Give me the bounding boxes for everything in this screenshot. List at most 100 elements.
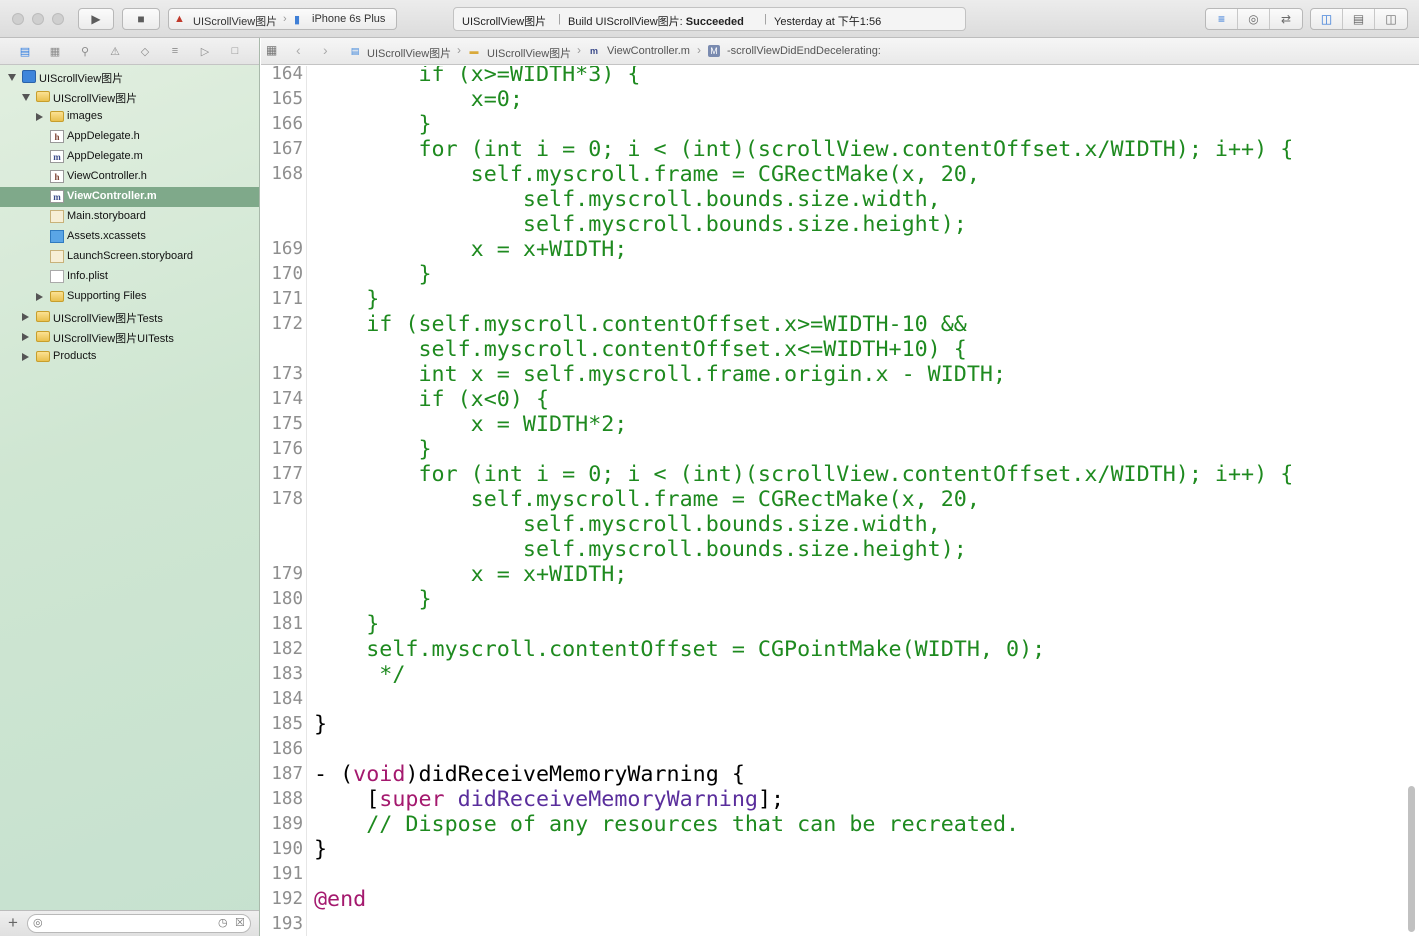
disclosure-closed-icon[interactable]	[22, 333, 29, 341]
line-number: 174	[271, 389, 303, 409]
header-file-icon: h	[50, 170, 64, 183]
code-line[interactable]: }	[314, 837, 327, 862]
source-control-filter-icon[interactable]: ☒	[235, 916, 245, 929]
navigator-item[interactable]: UIScrollView图片	[0, 87, 259, 107]
navigator-item[interactable]: h AppDelegate.h	[0, 127, 259, 147]
navigator-item[interactable]: m AppDelegate.m	[0, 147, 259, 167]
navigator-item-label: AppDelegate.m	[67, 150, 143, 162]
add-file-icon[interactable]: +	[8, 913, 18, 933]
navigator-item[interactable]: LaunchScreen.storyboard	[0, 247, 259, 267]
stop-button[interactable]: ■	[122, 8, 160, 30]
version-editor-icon[interactable]: ⇄	[1270, 9, 1302, 29]
code-line[interactable]: x = x+WIDTH;	[314, 562, 628, 587]
code-line[interactable]: }	[314, 712, 327, 737]
forward-arrow-icon[interactable]: ›	[323, 42, 328, 58]
scheme-device-label[interactable]: iPhone 6s Plus	[312, 13, 385, 25]
code-line[interactable]: }	[314, 587, 431, 612]
project-icon	[22, 70, 36, 83]
editor-scrollbar[interactable]	[1408, 786, 1415, 932]
jump-crumb-group[interactable]: UIScrollView图片	[487, 45, 571, 61]
navigator-item[interactable]: images	[0, 107, 259, 127]
code-line[interactable]: if (x<0) {	[314, 387, 549, 412]
code-line[interactable]: // Dispose of any resources that can be …	[314, 812, 1019, 837]
navigator-item[interactable]: Products	[0, 347, 259, 367]
breakpoint-navigator-icon[interactable]: ▷	[196, 43, 214, 59]
disclosure-closed-icon[interactable]	[22, 353, 29, 361]
line-number: 181	[271, 614, 303, 634]
jump-crumb-file[interactable]: ViewController.m	[607, 45, 690, 57]
navigator-item[interactable]: Assets.xcassets	[0, 227, 259, 247]
disclosure-open-icon[interactable]	[22, 94, 30, 101]
code-line[interactable]: */	[314, 662, 405, 687]
back-arrow-icon[interactable]: ‹	[296, 42, 301, 58]
disclosure-closed-icon[interactable]	[36, 113, 43, 121]
navigator-item[interactable]: h ViewController.h	[0, 167, 259, 187]
navigator-item[interactable]: UIScrollView图片	[0, 67, 259, 87]
debug-area-toggle-icon[interactable]: ▤	[1343, 9, 1375, 29]
code-line[interactable]: }	[314, 612, 379, 637]
issue-navigator-icon[interactable]: ⚠	[106, 43, 124, 59]
navigator-item[interactable]: UIScrollView图片UITests	[0, 327, 259, 347]
find-navigator-icon[interactable]: ⚲	[76, 43, 94, 59]
recent-files-icon[interactable]: ◷	[218, 916, 228, 929]
related-items-icon[interactable]: ▦	[266, 43, 277, 57]
report-navigator-icon[interactable]: □	[226, 43, 244, 59]
code-line[interactable]: for (int i = 0; i < (int)(scrollView.con…	[314, 137, 1293, 162]
run-button[interactable]: ▶	[78, 8, 114, 30]
utilities-toggle-icon[interactable]: ◫	[1375, 9, 1407, 29]
code-line[interactable]: @end	[314, 887, 366, 912]
line-number: 168	[271, 164, 303, 184]
minimize-window-button[interactable]	[32, 13, 44, 25]
test-navigator-icon[interactable]: ◇	[136, 43, 154, 59]
source-editor[interactable]: 164 165 166 167 168 169 170 171 172 173 174 175 176 1…	[261, 66, 1419, 936]
code-line[interactable]: self.myscroll.bounds.size.width,	[314, 512, 941, 537]
navigator-item[interactable]: Info.plist	[0, 267, 259, 287]
folder-icon: ▬	[469, 46, 479, 56]
code-line[interactable]: self.myscroll.frame = CGRectMake(x, 20,	[314, 487, 980, 512]
code-line[interactable]: for (int i = 0; i < (int)(scrollView.con…	[314, 462, 1293, 487]
code-line[interactable]: self.myscroll.contentOffset = CGPointMak…	[314, 637, 1045, 662]
code-line[interactable]: }	[314, 262, 431, 287]
navigator-item-label: Info.plist	[67, 270, 108, 282]
code-line[interactable]: x = x+WIDTH;	[314, 237, 628, 262]
disclosure-open-icon[interactable]	[8, 74, 16, 81]
project-navigator-folder-icon[interactable]: ▤	[16, 43, 34, 59]
jump-crumb-method[interactable]: -scrollViewDidEndDecelerating:	[727, 45, 881, 57]
code-line[interactable]: }	[314, 287, 379, 312]
code-line[interactable]: self.myscroll.bounds.size.width,	[314, 187, 941, 212]
code-line[interactable]: [super didReceiveMemoryWarning];	[314, 787, 784, 812]
code-line[interactable]: self.myscroll.bounds.size.height);	[314, 537, 967, 562]
navigator-tabs: ▤ ▦ ⚲ ⚠ ◇ ≡ ▷ □	[0, 38, 259, 65]
code-line[interactable]: self.myscroll.frame = CGRectMake(x, 20,	[314, 162, 980, 187]
code-line[interactable]: int x = self.myscroll.frame.origin.x - W…	[314, 362, 1006, 387]
navigator-item[interactable]: Main.storyboard	[0, 207, 259, 227]
navigator-item[interactable]: UIScrollView图片Tests	[0, 307, 259, 327]
activity-project: UIScrollView图片	[462, 16, 547, 28]
line-number: 191	[271, 864, 303, 884]
navigator-item[interactable]: m ViewController.m	[0, 187, 259, 207]
code-line[interactable]: }	[314, 112, 431, 137]
scheme-selector[interactable]: ▲ UIScrollView图片 › ▮ iPhone 6s Plus	[168, 8, 397, 30]
disclosure-closed-icon[interactable]	[22, 313, 29, 321]
code-line[interactable]: if (x>=WIDTH*3) {	[314, 66, 640, 87]
symbol-navigator-icon[interactable]: ▦	[46, 43, 64, 59]
code-line[interactable]: }	[314, 437, 431, 462]
navigator-item-label: Products	[53, 350, 97, 362]
navigator-item[interactable]: Supporting Files	[0, 287, 259, 307]
code-line[interactable]: if (self.myscroll.contentOffset.x>=WIDTH…	[314, 312, 967, 337]
standard-editor-icon[interactable]: ≡	[1206, 9, 1238, 29]
code-line[interactable]: x=0;	[314, 87, 523, 112]
code-line[interactable]: self.myscroll.contentOffset.x<=WIDTH+10)…	[314, 337, 966, 362]
jump-crumb-project[interactable]: UIScrollView图片	[367, 45, 451, 61]
line-number: 171	[271, 289, 303, 309]
navigator-toggle-icon[interactable]: ◫	[1311, 9, 1343, 29]
close-window-button[interactable]	[12, 13, 24, 25]
code-line[interactable]: - (void)didReceiveMemoryWarning {	[314, 762, 745, 787]
xcode-window: ▶ ■ ▲ UIScrollView图片 › ▮ iPhone 6s Plus …	[0, 0, 1419, 936]
zoom-window-button[interactable]	[52, 13, 64, 25]
code-line[interactable]: x = WIDTH*2;	[314, 412, 628, 437]
debug-navigator-icon[interactable]: ≡	[166, 43, 184, 59]
disclosure-closed-icon[interactable]	[36, 293, 43, 301]
assistant-editor-icon[interactable]: ◎	[1238, 9, 1270, 29]
code-line[interactable]: self.myscroll.bounds.size.height);	[314, 212, 967, 237]
